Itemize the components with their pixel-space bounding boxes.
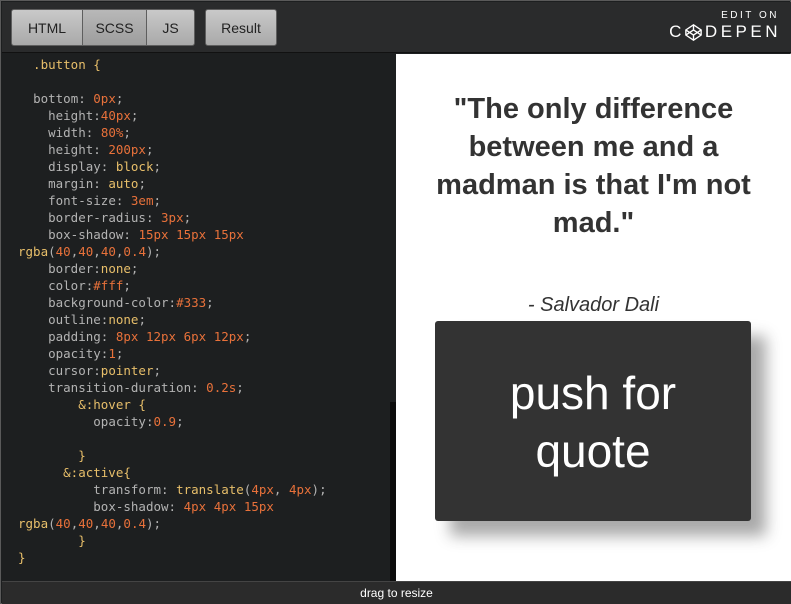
code-line: transform: translate(4px, 4px); [93, 482, 327, 497]
result-preview: "The only difference between me and a ma… [396, 54, 791, 581]
push-for-quote-button[interactable]: push for quote [435, 321, 751, 521]
code-line: padding: 8px 12px 6px 12px; [48, 329, 252, 344]
code-line: rgba(40,40,40,0.4); [18, 244, 162, 259]
code-line: font-size: 3em; [48, 193, 162, 208]
scss-code-pane[interactable]: .button { bottom: 0px; height:40px; widt… [2, 54, 396, 581]
resize-handle[interactable]: drag to resize [2, 581, 791, 604]
code-line: display: block; [48, 159, 162, 174]
code-line: color:#fff; [48, 278, 131, 293]
quote-author: - Salvador Dali [527, 294, 660, 316]
brand-start: C [669, 22, 685, 41]
codepen-cube-icon [685, 23, 702, 41]
tab-js[interactable]: JS [147, 9, 195, 46]
code-listing: .button { bottom: 0px; height:40px; widt… [2, 54, 396, 566]
editor-tabs: HTML SCSS JS [11, 9, 195, 46]
tab-html[interactable]: HTML [11, 9, 83, 46]
code-line: bottom: 0px; [33, 91, 124, 106]
code-line: outline:none; [48, 312, 146, 327]
brand-end: DEPEN [704, 22, 781, 41]
code-line: height:40px; [48, 108, 139, 123]
code-line: .button { [18, 57, 101, 72]
code-line: &:hover { [18, 397, 146, 412]
codepen-embed: HTML SCSS JS Result EDIT ON C DEPEN .but… [0, 0, 791, 604]
code-line: } [18, 550, 26, 565]
code-line: } [18, 448, 86, 463]
edit-on-label: EDIT ON [721, 10, 779, 21]
code-line: border:none; [48, 261, 139, 276]
code-line: } [18, 533, 86, 548]
code-line: rgba(40,40,40,0.4); [18, 516, 162, 531]
code-line: box-shadow: 15px 15px 15px [48, 227, 244, 242]
code-line: width: 80%; [48, 125, 131, 140]
quote-text: "The only difference between me and a ma… [436, 93, 751, 239]
code-line: &:active{ [18, 465, 131, 480]
tab-scss[interactable]: SCSS [83, 9, 147, 46]
edit-on-codepen-link[interactable]: EDIT ON C DEPEN [669, 10, 781, 42]
code-line: opacity:0.9; [93, 414, 184, 429]
code-line: border-radius: 3px; [48, 210, 192, 225]
code-line: height: 200px; [48, 142, 154, 157]
code-line: background-color:#333; [48, 295, 214, 310]
code-line: box-shadow: 4px 4px 15px [93, 499, 274, 514]
code-line: transition-duration: 0.2s; [48, 380, 244, 395]
editor-toolbar: HTML SCSS JS Result EDIT ON C DEPEN [2, 2, 791, 53]
code-line: margin: auto; [48, 176, 146, 191]
codepen-logo: C DEPEN [669, 22, 781, 42]
code-line: opacity:1; [48, 346, 124, 361]
code-line: cursor:pointer; [48, 363, 162, 378]
tab-result[interactable]: Result [205, 9, 277, 46]
